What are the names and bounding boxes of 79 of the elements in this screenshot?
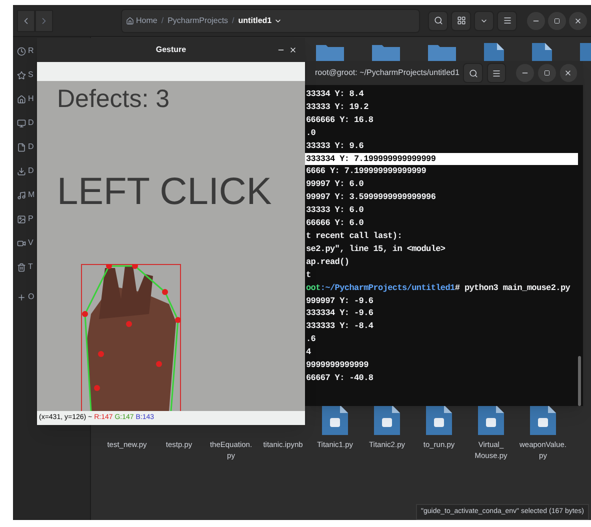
- terminal-line: 33333 Y: 9.6: [305, 140, 365, 153]
- maximize-icon: [544, 70, 550, 76]
- home-icon: [126, 16, 134, 24]
- terminal-line: 99997 Y: 6.0: [305, 178, 365, 192]
- picture-icon: [17, 214, 26, 224]
- sidebar-item[interactable]: S: [17, 67, 34, 83]
- sidebar-item[interactable]: D: [17, 115, 34, 131]
- scrollbar[interactable]: [578, 356, 581, 406]
- terminal-line: 33333 Y: 19.2: [305, 100, 370, 114]
- star-icon: [17, 70, 26, 80]
- terminal-line: 99997 Y: 3.5999999999999996: [305, 191, 437, 204]
- document-icon: [484, 43, 504, 61]
- breadcrumb[interactable]: Home: [126, 14, 158, 26]
- home-icon: [17, 94, 26, 104]
- path-separator: /: [232, 14, 234, 26]
- terminal-line: 66666 Y: 6.0: [305, 217, 365, 230]
- terminal-line: 333334 Y: -9.6: [305, 307, 374, 320]
- defects-text: Defects: 3: [57, 87, 170, 112]
- terminal-line: 333333 Y: -8.4: [305, 320, 374, 334]
- search-button[interactable]: [428, 10, 448, 30]
- terminal-line: 999997 Y: -9.6: [305, 294, 374, 308]
- terminal-line: 4: [305, 346, 312, 360]
- sidebar-item[interactable]: V: [17, 235, 34, 251]
- recent-icon: [17, 46, 26, 56]
- terminal-line: .0: [305, 126, 317, 140]
- menu-button[interactable]: [486, 63, 506, 83]
- trash-icon: [17, 262, 26, 272]
- sidebar-item[interactable]: H: [17, 91, 34, 107]
- sidebar-item[interactable]: M: [17, 187, 35, 203]
- document-icon: [532, 43, 552, 61]
- search-icon: [434, 16, 442, 25]
- terminal-line: .6: [305, 333, 317, 346]
- sidebar-item[interactable]: P: [17, 211, 34, 227]
- terminal-line: 6666 Y: 7.199999999999999: [305, 165, 428, 178]
- terminal-line: t recent call last):: [305, 230, 404, 243]
- python-file-icon: [322, 405, 348, 435]
- python-file-icon: [478, 405, 504, 435]
- search-icon: [468, 68, 478, 78]
- menu-button[interactable]: [497, 10, 517, 30]
- terminal-line: 666666 Y: 16.8: [305, 114, 374, 127]
- window-title: Gesture: [154, 44, 188, 56]
- maximize-icon: [554, 18, 560, 24]
- terminal-title: root@groot: ~/PycharmProjects/untitled1: [315, 67, 460, 79]
- desktop-icon: [17, 118, 26, 128]
- sidebar-item[interactable]: O: [17, 289, 34, 305]
- plus-icon: [17, 292, 26, 302]
- terminal-line: oot:~/PycharmProjects/untitled1# python3 main_mouse2.py: [305, 282, 572, 294]
- python-file-icon: [426, 405, 452, 435]
- close-icon: [574, 16, 582, 24]
- document-icon: [17, 142, 26, 152]
- video-icon: [17, 238, 26, 248]
- python-file-icon: [374, 405, 400, 435]
- view-button[interactable]: [451, 10, 471, 30]
- terminal-line: 33333 Y: 6.0: [305, 204, 365, 218]
- python-file-icon: [530, 405, 556, 435]
- sidebar-item[interactable]: D: [17, 163, 34, 179]
- gesture-label: LEFT CLICK: [57, 173, 272, 211]
- maximize-button[interactable]: [538, 64, 556, 82]
- terminal-line: 33334 Y: 8.4: [305, 88, 365, 101]
- breadcrumb[interactable]: untitled1: [238, 14, 282, 26]
- sidebar-item[interactable]: D: [17, 139, 34, 155]
- path-separator: /: [161, 14, 164, 26]
- menu-icon: [492, 68, 502, 78]
- terminal-line: ap.read(): [305, 256, 350, 269]
- menu-icon: [502, 16, 512, 25]
- maximize-button[interactable]: [548, 12, 566, 30]
- close-icon: [289, 46, 297, 54]
- search-button[interactable]: [463, 63, 483, 83]
- download-icon: [17, 166, 26, 176]
- terminal-line: 9999999999999: [305, 359, 370, 372]
- close-icon: [564, 69, 572, 77]
- terminal-line: t: [305, 268, 312, 282]
- sidebar-item[interactable]: T: [17, 259, 33, 275]
- breadcrumb[interactable]: PycharmProjects: [168, 14, 228, 26]
- terminal-line: se2.py", line 15, in <module>: [305, 242, 446, 256]
- terminal-line: 66667 Y: -40.8: [305, 372, 374, 385]
- sidebar-item[interactable]: R: [17, 43, 34, 59]
- grid-icon: [456, 16, 466, 25]
- music-icon: [17, 190, 26, 200]
